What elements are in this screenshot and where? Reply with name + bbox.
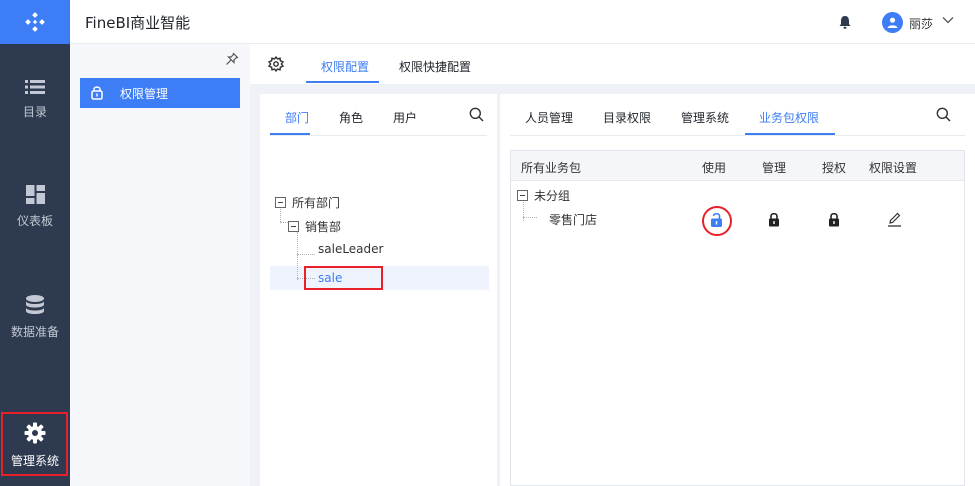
tab-divider	[510, 135, 965, 136]
app-title: FineBI商业智能	[85, 14, 191, 32]
collapse-icon[interactable]	[288, 221, 299, 232]
org-panel: 部门 角色 用户 所有部门 销售部 saleLeader sale	[260, 94, 497, 486]
collapse-icon[interactable]	[275, 197, 286, 208]
collapse-icon[interactable]	[517, 190, 528, 201]
active-tab-indicator	[270, 133, 310, 135]
main-area: 权限配置 权限快捷配置 部门 角色 用户 所有部门 销售部 saleLeader…	[250, 44, 975, 486]
table-row[interactable]: 零售门店	[549, 211, 597, 228]
highlight-circle-use	[702, 206, 732, 236]
nav-item-data-prep[interactable]: 数据准备	[0, 284, 70, 350]
highlight-box-admin	[1, 412, 68, 476]
chevron-down-icon[interactable]	[942, 16, 954, 24]
permission-table: 所有业务包 使用 管理 授权 权限设置 未分组 零售门店	[510, 150, 965, 486]
tree-line	[280, 222, 288, 223]
tree-node-label: saleLeader	[318, 242, 384, 256]
column-header-package: 所有业务包	[521, 161, 582, 175]
tree-line	[297, 254, 315, 255]
dashboard-icon	[25, 185, 45, 204]
search-icon[interactable]	[469, 107, 484, 122]
bell-icon[interactable]	[838, 14, 852, 30]
permission-panel: 人员管理 目录权限 管理系统 业务包权限 所有业务包 使用 管理 授权 权限设置	[500, 94, 975, 486]
tree-node-saleleader[interactable]: saleLeader	[318, 242, 383, 256]
left-nav: 目录 仪表板 数据准备 管理系统	[0, 44, 70, 486]
nav-label-catalog: 目录	[22, 104, 47, 119]
tree-line	[297, 232, 298, 280]
tab-quick-config[interactable]: 权限快捷配置	[399, 58, 471, 75]
tab-admin-system[interactable]: 管理系统	[681, 109, 729, 126]
tab-catalog-permission[interactable]: 目录权限	[603, 109, 651, 126]
tab-user[interactable]: 用户	[393, 109, 417, 126]
tab-package-permission[interactable]: 业务包权限	[759, 109, 819, 126]
main-tab-bar: 权限配置 权限快捷配置	[250, 44, 975, 84]
nav-label-dashboard: 仪表板	[16, 214, 53, 228]
active-tab-indicator	[745, 133, 835, 135]
package-name: 零售门店	[549, 213, 598, 227]
lock-icon[interactable]	[828, 212, 840, 227]
list-icon	[25, 79, 45, 94]
tab-personnel[interactable]: 人员管理	[525, 109, 573, 126]
database-icon	[26, 294, 44, 314]
avatar[interactable]	[882, 12, 903, 33]
tab-divider	[270, 135, 487, 136]
tab-department[interactable]: 部门	[285, 109, 309, 126]
highlight-box-sale	[304, 266, 383, 290]
gear-icon[interactable]	[268, 56, 284, 72]
tree-node-label: 未分组	[534, 189, 571, 203]
nav-item-dashboard[interactable]: 仪表板	[0, 174, 70, 240]
active-tab-indicator	[306, 81, 379, 83]
lock-icon	[91, 86, 103, 100]
edit-icon[interactable]	[887, 212, 902, 227]
app-logo[interactable]	[0, 0, 70, 44]
top-bar: FineBI商业智能 丽莎	[70, 0, 975, 44]
tab-role[interactable]: 角色	[339, 109, 363, 126]
lock-icon[interactable]	[768, 212, 780, 227]
tree-node-label: 销售部	[305, 220, 342, 234]
column-header-manage: 管理	[762, 161, 787, 175]
tab-permission-config[interactable]: 权限配置	[321, 58, 369, 75]
nav-item-catalog[interactable]: 目录	[0, 66, 70, 132]
nav-label-data-prep: 数据准备	[10, 324, 59, 339]
search-icon[interactable]	[936, 107, 951, 122]
user-icon	[887, 17, 898, 28]
tree-node-group[interactable]: 未分组	[517, 187, 570, 204]
table-header: 所有业务包 使用 管理 授权 权限设置	[511, 151, 964, 181]
tree-node-dept[interactable]: 销售部	[288, 218, 341, 235]
pin-icon[interactable]	[225, 52, 239, 66]
tree-node-root[interactable]: 所有部门	[275, 194, 340, 211]
sub-sidebar: 权限管理	[70, 44, 250, 486]
username[interactable]: 丽莎	[909, 15, 933, 32]
sidebar-item-label: 权限管理	[120, 86, 169, 101]
tree-node-label: 所有部门	[292, 196, 341, 210]
tree-line	[523, 217, 537, 218]
column-header-settings: 权限设置	[869, 161, 918, 175]
column-header-authorize: 授权	[822, 161, 847, 175]
logo-icon	[25, 12, 45, 32]
sidebar-item-permission[interactable]: 权限管理	[80, 78, 240, 108]
column-header-use: 使用	[702, 161, 727, 175]
